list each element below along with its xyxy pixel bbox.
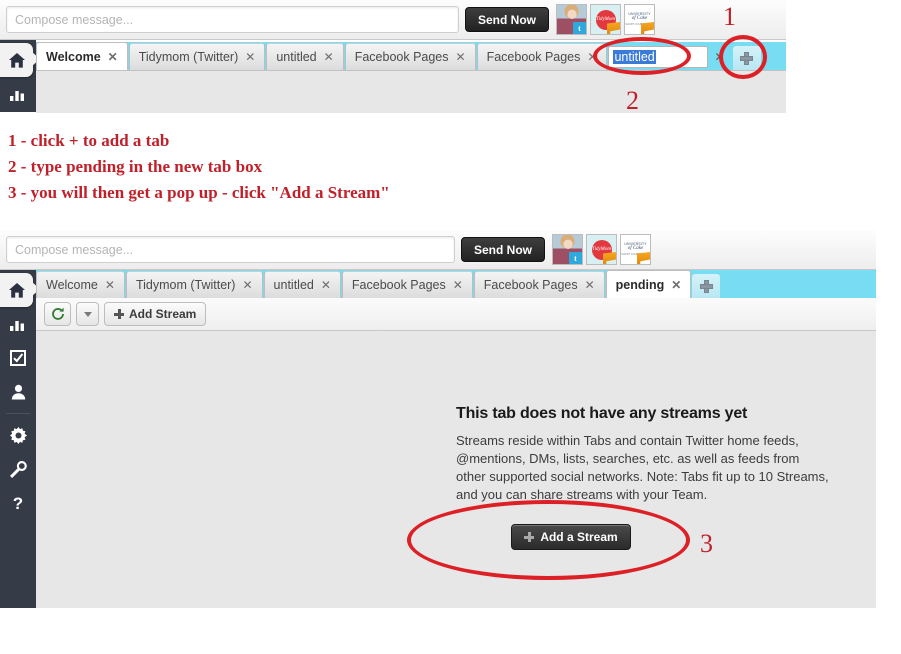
twitter-badge-icon: t: [569, 252, 583, 264]
tab-label: Facebook Pages: [486, 50, 581, 64]
sidebar-item-help[interactable]: ?: [0, 486, 36, 520]
compose-bar: Compose message... Send Now t TidyMom UN…: [0, 230, 876, 270]
instruction-step-1: 1 - click + to add a tab: [8, 131, 170, 150]
annotation-marker-1: 1: [723, 2, 736, 31]
tab-welcome[interactable]: Welcome ✕: [36, 42, 128, 70]
annotation-marker-2: 2: [626, 86, 639, 115]
chevron-down-icon: [83, 311, 92, 317]
tab-facebook-pages-1[interactable]: Facebook Pages ✕: [344, 43, 476, 70]
empty-state-title: This tab does not have any streams yet: [456, 405, 748, 422]
sidebar-item-contacts[interactable]: [0, 375, 36, 409]
content-area-top: [36, 70, 786, 113]
tab-label: Facebook Pages: [351, 278, 446, 292]
close-icon[interactable]: ✕: [671, 279, 681, 291]
close-icon[interactable]: ✕: [324, 51, 334, 63]
close-icon[interactable]: ✕: [242, 279, 252, 291]
add-stream-toolbar-label: Add Stream: [129, 307, 197, 321]
refresh-options-button[interactable]: [76, 302, 99, 326]
sidebar-item-tasks[interactable]: [0, 341, 36, 375]
tab-label: untitled: [273, 278, 314, 292]
tab-bar-bottom: Welcome ✕ Tidymom (Twitter) ✕ untitled ✕…: [36, 270, 876, 298]
tab-facebook-pages-2[interactable]: Facebook Pages ✕: [473, 271, 605, 298]
tab-welcome[interactable]: Welcome ✕: [36, 271, 125, 298]
annotation-circle-add-a-stream: [407, 500, 690, 580]
facebook-badge-icon: [607, 22, 621, 34]
tab-facebook-pages-1[interactable]: Facebook Pages ✕: [341, 271, 473, 298]
facebook-badge-icon: [603, 252, 617, 264]
add-stream-toolbar-button[interactable]: Add Stream: [104, 302, 207, 326]
tab-label: Facebook Pages: [354, 50, 449, 64]
sidebar-bottom: ?: [0, 270, 40, 608]
instruction-step-3: 3 - you will then get a pop up - click "…: [8, 183, 390, 202]
tab-untitled[interactable]: untitled ✕: [266, 43, 344, 70]
tab-tidymom-twitter[interactable]: Tidymom (Twitter) ✕: [128, 43, 266, 70]
stream-toolbar: Add Stream: [36, 298, 876, 331]
avatar[interactable]: t: [552, 234, 584, 265]
sidebar-top: [0, 40, 40, 112]
close-icon[interactable]: ✕: [585, 279, 595, 291]
sidebar-item-analytics[interactable]: [0, 77, 36, 111]
avatar[interactable]: UNIVERSITY of Cake SHORT COURSES PRO: [620, 234, 652, 265]
sidebar-item-analytics[interactable]: [0, 307, 36, 341]
avatar[interactable]: TidyMom: [590, 4, 622, 35]
send-now-button[interactable]: Send Now: [465, 7, 550, 32]
instruction-step-2: 2 - type pending in the new tab box: [8, 157, 263, 176]
tab-label: Welcome: [46, 49, 101, 64]
tab-label: Facebook Pages: [483, 278, 578, 292]
plus-icon: [114, 309, 124, 319]
avatar[interactable]: t: [556, 4, 588, 35]
compose-input[interactable]: Compose message...: [6, 236, 455, 263]
tab-label: Welcome: [46, 278, 98, 292]
annotation-circle-tab-input: [593, 37, 691, 75]
close-icon[interactable]: ✕: [108, 51, 118, 63]
sidebar-item-settings[interactable]: [0, 418, 36, 452]
uni-line-2: of Cake: [627, 246, 644, 252]
avatar[interactable]: UNIVERSITY of Cake SHORT COURSES PRO: [624, 4, 656, 35]
twitter-badge-icon: t: [573, 22, 587, 34]
close-icon[interactable]: ✕: [456, 51, 466, 63]
close-icon[interactable]: ✕: [245, 51, 255, 63]
account-avatars: t TidyMom UNIVERSITY of Cake SHORT COURS…: [552, 234, 652, 265]
close-icon[interactable]: ✕: [321, 279, 331, 291]
tab-label: untitled: [276, 50, 317, 64]
avatar[interactable]: TidyMom: [586, 234, 618, 265]
tab-label: pending: [615, 277, 665, 292]
compose-placeholder: Compose message...: [15, 242, 134, 257]
tab-untitled[interactable]: untitled ✕: [263, 271, 341, 298]
sidebar-item-home[interactable]: [0, 273, 40, 307]
send-now-button[interactable]: Send Now: [461, 237, 546, 262]
tab-label: Tidymom (Twitter): [135, 278, 236, 292]
compose-input[interactable]: Compose message...: [6, 6, 459, 33]
tab-pending[interactable]: pending ✕: [605, 270, 692, 298]
sidebar-item-home[interactable]: [0, 43, 40, 77]
compose-bar: Compose message... Send Now t TidyMom UN…: [0, 0, 786, 40]
empty-state-description: Streams reside within Tabs and contain T…: [456, 433, 829, 502]
compose-placeholder: Compose message...: [15, 12, 134, 27]
uni-line-2: of Cake: [631, 16, 648, 22]
facebook-badge-icon: [641, 22, 655, 34]
svg-text:?: ?: [13, 494, 23, 512]
close-icon[interactable]: ✕: [105, 279, 115, 291]
close-icon[interactable]: ✕: [453, 279, 463, 291]
tab-facebook-pages-2[interactable]: Facebook Pages ✕: [476, 43, 608, 70]
sidebar-divider: [6, 413, 30, 414]
facebook-badge-icon: [637, 252, 651, 264]
account-avatars: t TidyMom UNIVERSITY of Cake SHORT COURS…: [556, 4, 656, 35]
add-tab-button[interactable]: [692, 274, 721, 298]
tab-tidymom-twitter[interactable]: Tidymom (Twitter) ✕: [125, 271, 263, 298]
sidebar-item-tools[interactable]: [0, 452, 36, 486]
refresh-button[interactable]: [44, 302, 71, 326]
annotation-marker-3: 3: [700, 529, 713, 558]
annotation-circle-plus: [719, 35, 767, 79]
plus-icon: [699, 279, 713, 293]
tab-label: Tidymom (Twitter): [138, 50, 239, 64]
